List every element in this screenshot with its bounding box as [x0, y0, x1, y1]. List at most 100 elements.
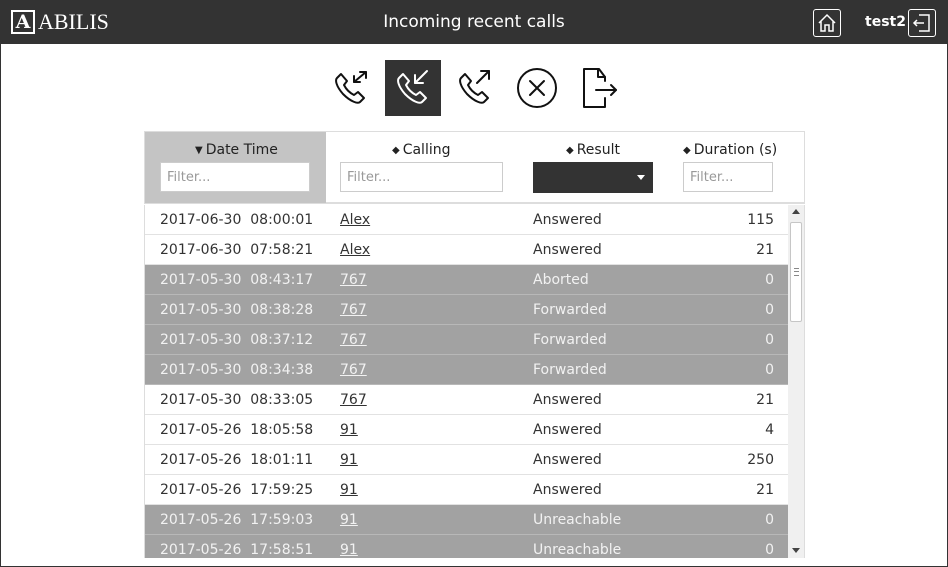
scroll-up-arrow-icon[interactable] — [792, 209, 800, 214]
cell-date: 2017-05-26 17:58:51 — [160, 542, 314, 558]
duration-filter-input[interactable] — [683, 162, 773, 192]
cell-result: Unreachable — [533, 542, 622, 558]
app-window: A ABILIS Incoming recent calls test2 ▼ D… — [0, 0, 948, 567]
sort-both-icon: ◆ — [392, 145, 400, 156]
user-name: test2 — [865, 14, 906, 30]
date-filter-input[interactable] — [160, 162, 310, 192]
grip-icon — [794, 268, 799, 276]
chevron-down-icon — [637, 175, 645, 180]
sort-desc-icon: ▼ — [195, 145, 203, 156]
cell-duration: 0 — [765, 272, 774, 288]
table-row[interactable]: 2017-05-26 17:59:03 91 Unreachable 0 — [145, 505, 789, 535]
cell-result: Answered — [533, 212, 602, 228]
result-filter-select[interactable] — [533, 162, 653, 193]
export-button[interactable] — [571, 60, 627, 116]
sort-calling[interactable]: ◆ Calling — [392, 142, 451, 158]
cell-calling-link[interactable]: Alex — [340, 242, 370, 258]
cell-duration: 0 — [765, 512, 774, 528]
cell-result: Answered — [533, 422, 602, 438]
phone-outgoing-icon — [459, 70, 490, 104]
col-date-time: ▼ Date Time — [145, 132, 326, 203]
all-calls-button[interactable] — [323, 60, 379, 116]
home-button[interactable] — [813, 9, 841, 37]
col-duration-label: Duration (s) — [693, 142, 778, 158]
cell-result: Answered — [533, 482, 602, 498]
incoming-calls-button[interactable] — [385, 60, 441, 116]
cell-calling-link[interactable]: Alex — [340, 212, 370, 228]
cell-date: 2017-05-26 17:59:25 — [160, 482, 314, 498]
logout-button[interactable] — [908, 9, 936, 37]
col-result-label: Result — [576, 142, 620, 158]
calling-filter-input[interactable] — [340, 162, 503, 192]
cell-date: 2017-05-30 08:37:12 — [160, 332, 314, 348]
table-row[interactable]: 2017-05-30 08:34:38 767 Forwarded 0 — [145, 355, 789, 385]
cell-date: 2017-05-30 08:38:28 — [160, 302, 314, 318]
table-row[interactable]: 2017-05-30 08:43:17 767 Aborted 0 — [145, 265, 789, 295]
cell-date: 2017-06-30 07:58:21 — [160, 242, 314, 258]
call-filter-toolbar — [323, 60, 633, 116]
table-row[interactable]: 2017-05-30 08:33:05 767 Answered 21 — [145, 385, 789, 415]
outgoing-calls-button[interactable] — [447, 60, 503, 116]
cell-result: Forwarded — [533, 362, 607, 378]
cell-duration: 21 — [756, 482, 774, 498]
cell-calling-link[interactable]: 767 — [340, 272, 367, 288]
cell-calling-link[interactable]: 767 — [340, 302, 367, 318]
table-row[interactable]: 2017-06-30 08:00:01 Alex Answered 115 — [145, 205, 789, 235]
cell-date: 2017-05-30 08:43:17 — [160, 272, 314, 288]
sort-result[interactable]: ◆ Result — [566, 142, 620, 158]
cell-date: 2017-05-26 17:59:03 — [160, 512, 314, 528]
table-row[interactable]: 2017-05-30 08:38:28 767 Forwarded 0 — [145, 295, 789, 325]
phone-all-calls-icon — [335, 71, 367, 104]
scroll-thumb[interactable] — [790, 222, 802, 322]
cell-date: 2017-05-30 08:33:05 — [160, 392, 314, 408]
cell-result: Answered — [533, 392, 602, 408]
cell-result: Answered — [533, 452, 602, 468]
sort-both-icon: ◆ — [566, 145, 574, 156]
cell-duration: 115 — [747, 212, 774, 228]
cell-duration: 250 — [747, 452, 774, 468]
cell-duration: 4 — [765, 422, 774, 438]
cell-calling-link[interactable]: 91 — [340, 422, 358, 438]
cell-calling-link[interactable]: 767 — [340, 332, 367, 348]
file-export-icon — [583, 68, 617, 108]
cell-calling-link[interactable]: 91 — [340, 512, 358, 528]
table-scrollbar[interactable] — [788, 205, 804, 558]
cell-calling-link[interactable]: 767 — [340, 392, 367, 408]
calls-table: 2017-06-30 08:00:01 Alex Answered 115 20… — [144, 205, 805, 558]
table-header: ▼Date Time ◆Calling ◆Result ◆Duration (s… — [144, 131, 805, 204]
cell-calling-link[interactable]: 91 — [340, 482, 358, 498]
scroll-down-arrow-icon[interactable] — [792, 548, 800, 553]
missed-calls-button[interactable] — [509, 60, 565, 116]
cell-date: 2017-06-30 08:00:01 — [160, 212, 314, 228]
cell-duration: 0 — [765, 332, 774, 348]
table-row[interactable]: 2017-06-30 07:58:21 Alex Answered 21 — [145, 235, 789, 265]
cell-result: Answered — [533, 242, 602, 258]
table-row[interactable]: 2017-05-26 18:05:58 91 Answered 4 — [145, 415, 789, 445]
sort-date-time[interactable]: ▼ Date Time — [195, 142, 278, 158]
table-row[interactable]: 2017-05-30 08:37:12 767 Forwarded 0 — [145, 325, 789, 355]
phone-incoming-icon — [397, 70, 428, 104]
table-row[interactable]: 2017-05-26 17:59:25 91 Answered 21 — [145, 475, 789, 505]
sort-duration[interactable]: ◆ Duration (s) — [683, 142, 777, 158]
col-calling-label: Calling — [402, 142, 451, 158]
table-row[interactable]: 2017-05-26 18:01:11 91 Answered 250 — [145, 445, 789, 475]
cell-calling-link[interactable]: 91 — [340, 452, 358, 468]
cell-calling-link[interactable]: 767 — [340, 362, 367, 378]
page-title: Incoming recent calls — [383, 12, 565, 32]
cell-date: 2017-05-26 18:05:58 — [160, 422, 314, 438]
col-date-time-label: Date Time — [205, 142, 278, 158]
top-bar: A ABILIS Incoming recent calls test2 — [1, 1, 947, 44]
cell-result: Forwarded — [533, 332, 607, 348]
cell-duration: 21 — [756, 242, 774, 258]
sort-both-icon: ◆ — [683, 145, 691, 156]
cell-duration: 0 — [765, 362, 774, 378]
cell-date: 2017-05-26 18:01:11 — [160, 452, 314, 468]
circle-x-icon — [517, 68, 557, 108]
cell-duration: 21 — [756, 392, 774, 408]
cell-result: Forwarded — [533, 302, 607, 318]
home-icon — [818, 13, 836, 32]
cell-calling-link[interactable]: 91 — [340, 542, 358, 558]
col-calling: ◆ Calling — [326, 132, 526, 203]
cell-date: 2017-05-30 08:34:38 — [160, 362, 314, 378]
table-row[interactable]: 2017-05-26 17:58:51 91 Unreachable 0 — [145, 535, 789, 558]
